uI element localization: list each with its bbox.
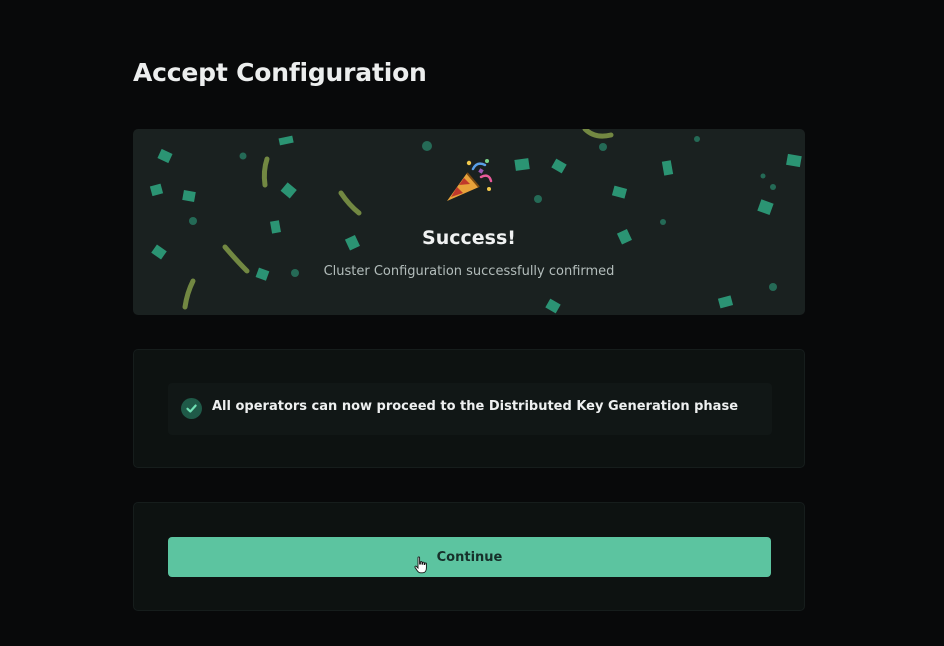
action-card: Continue <box>133 502 805 611</box>
hand-pointer-cursor-icon <box>414 556 427 574</box>
success-message: Cluster Configuration successfully confi… <box>323 264 615 279</box>
success-title: Success! <box>422 227 516 249</box>
check-circle-icon <box>181 398 202 419</box>
info-card: All operators can now proceed to the Dis… <box>133 349 805 468</box>
continue-button[interactable]: Continue <box>168 537 771 577</box>
success-card: Success! Cluster Configuration successfu… <box>133 129 805 315</box>
notice-text: All operators can now proceed to the Dis… <box>212 399 739 414</box>
page-title: Accept Configuration <box>133 58 427 87</box>
party-popper-icon <box>447 159 493 201</box>
notice-row: All operators can now proceed to the Dis… <box>168 383 772 435</box>
